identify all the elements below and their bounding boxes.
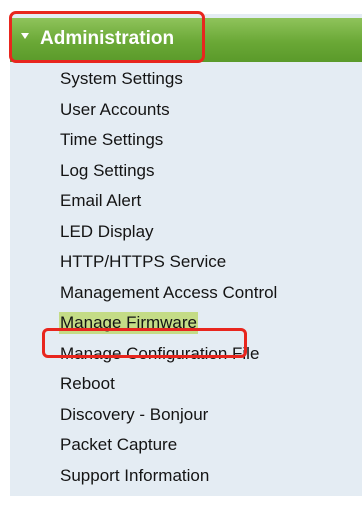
menu-item-email-alert[interactable]: Email Alert (59, 190, 278, 221)
menu-item-label[interactable]: HTTP/HTTPS Service (59, 251, 227, 273)
menu-item-user-accounts[interactable]: User Accounts (59, 99, 278, 130)
menu-item-management-access-control[interactable]: Management Access Control (59, 282, 278, 313)
menu-item-label[interactable]: Time Settings (59, 129, 164, 151)
menu-item-reboot[interactable]: Reboot (59, 373, 278, 404)
manage-firmware-callout-highlight (42, 328, 247, 358)
menu-item-label[interactable]: Packet Capture (59, 434, 178, 456)
menu-item-http-https-service[interactable]: HTTP/HTTPS Service (59, 251, 278, 282)
menu-item-label[interactable]: Reboot (59, 373, 116, 395)
menu-item-system-settings[interactable]: System Settings (59, 68, 278, 99)
menu-item-led-display[interactable]: LED Display (59, 221, 278, 252)
menu-item-support-information[interactable]: Support Information (59, 465, 278, 496)
menu-item-label[interactable]: User Accounts (59, 99, 171, 121)
menu-item-label[interactable]: Discovery - Bonjour (59, 404, 209, 426)
menu-item-packet-capture[interactable]: Packet Capture (59, 434, 278, 465)
menu-item-label[interactable]: LED Display (59, 221, 155, 243)
menu-item-discovery-bonjour[interactable]: Discovery - Bonjour (59, 404, 278, 435)
administration-menu: System Settings User Accounts Time Setti… (59, 68, 278, 495)
menu-item-time-settings[interactable]: Time Settings (59, 129, 278, 160)
menu-item-label[interactable]: Management Access Control (59, 282, 278, 304)
menu-item-label[interactable]: Email Alert (59, 190, 142, 212)
menu-item-label[interactable]: Support Information (59, 465, 210, 487)
menu-item-log-settings[interactable]: Log Settings (59, 160, 278, 191)
menu-item-label[interactable]: Log Settings (59, 160, 156, 182)
header-callout-highlight (9, 11, 205, 63)
menu-item-label[interactable]: System Settings (59, 68, 184, 90)
